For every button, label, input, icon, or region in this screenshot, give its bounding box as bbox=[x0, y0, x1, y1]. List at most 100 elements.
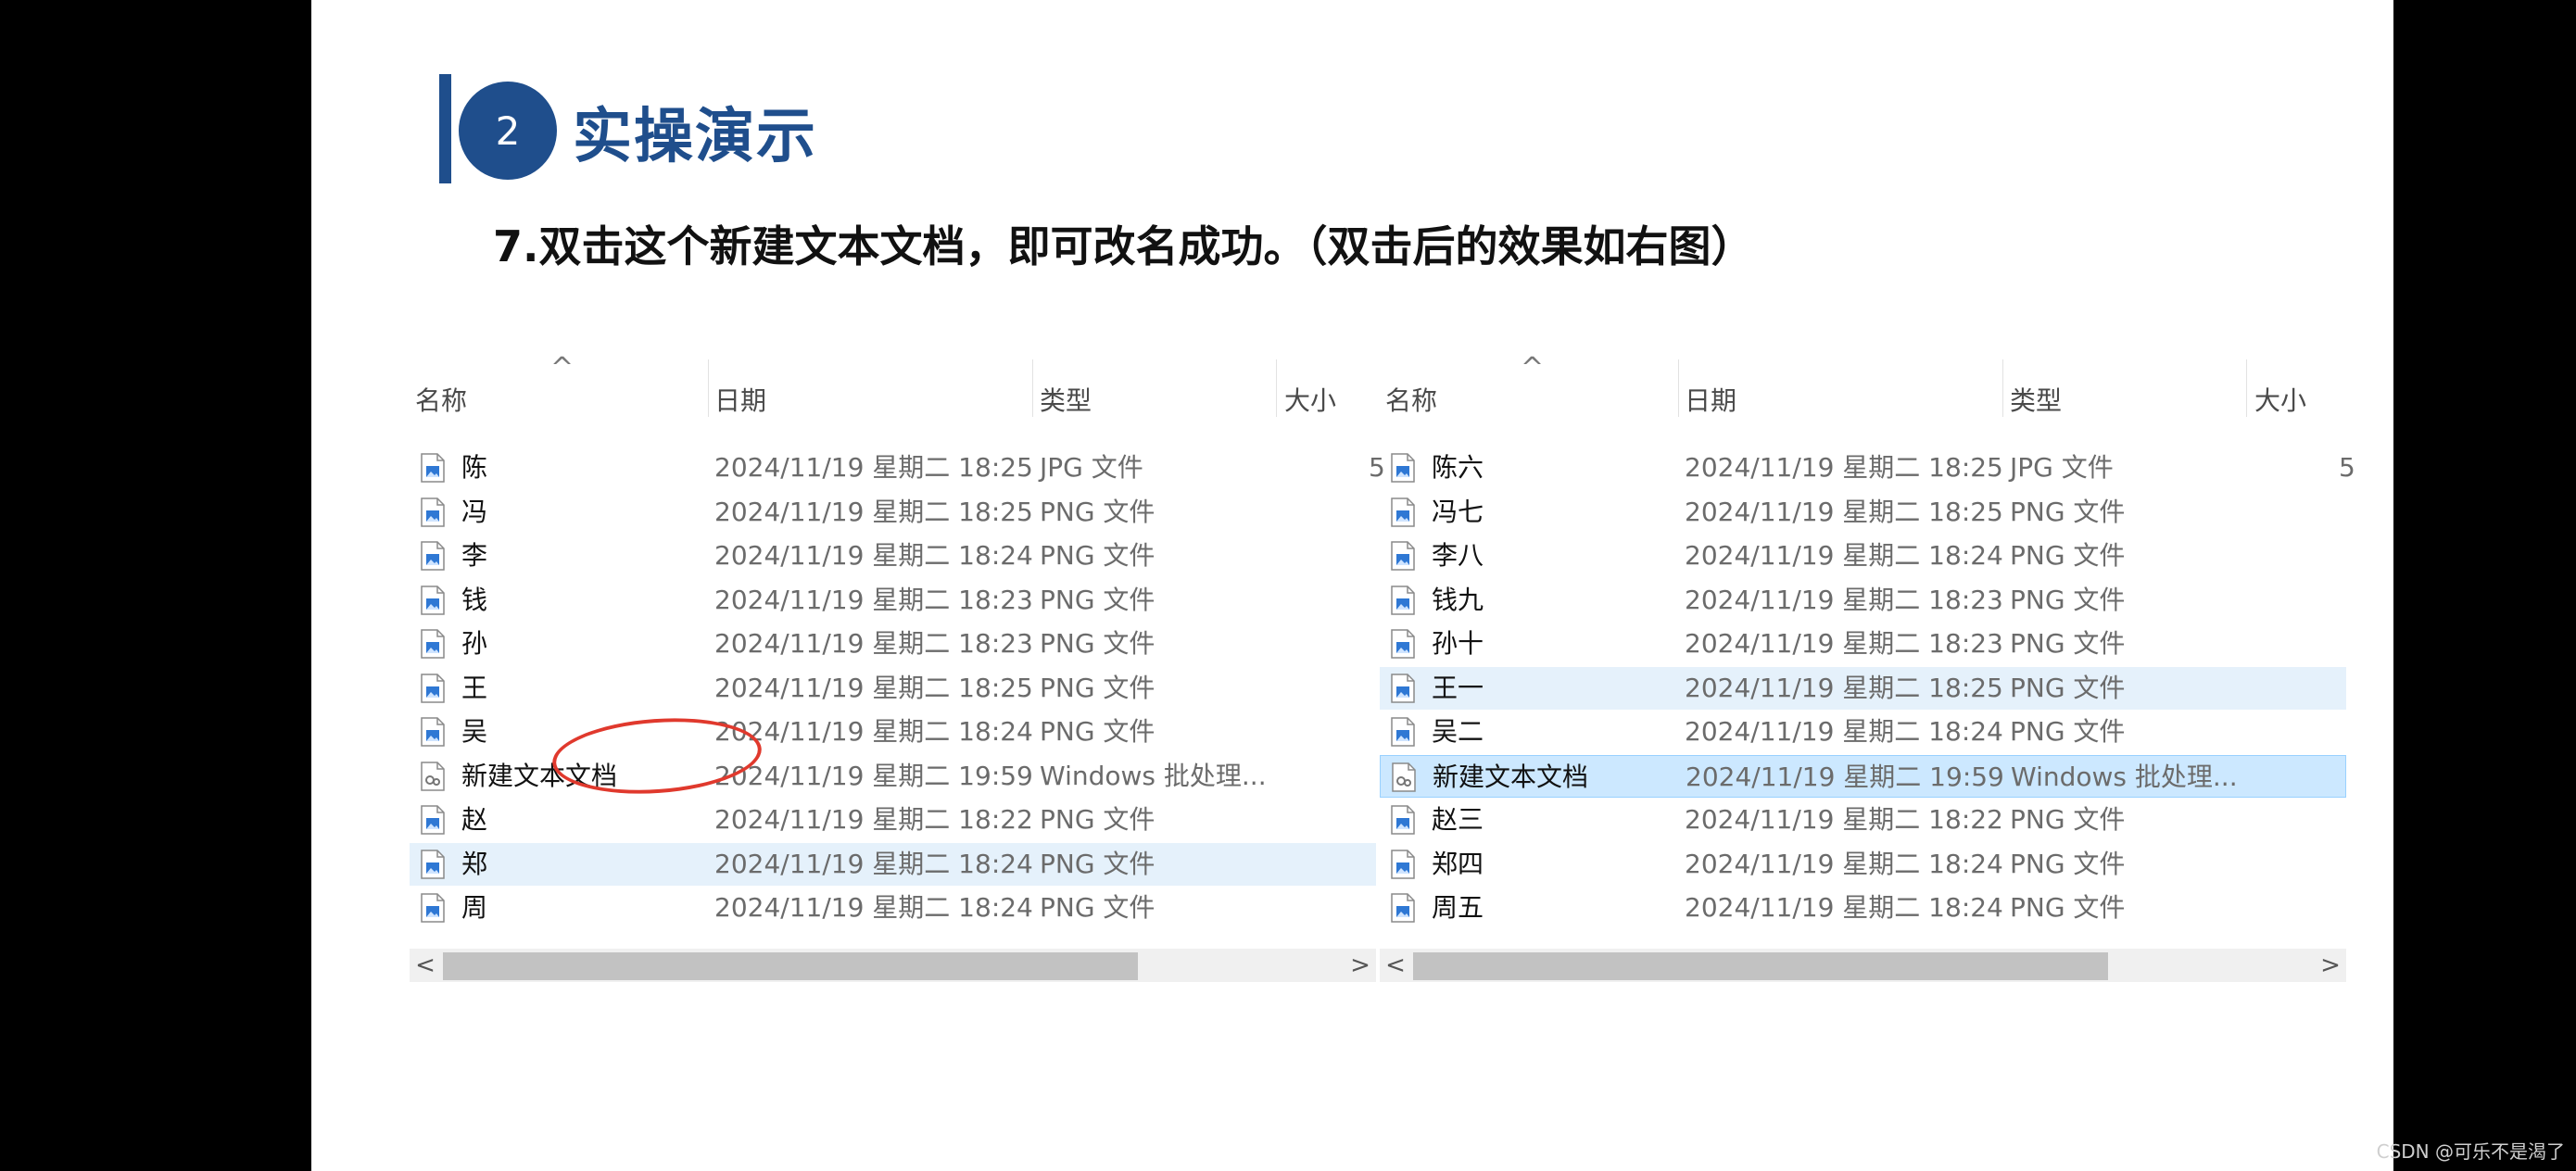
file-name: 李八 bbox=[1432, 540, 1484, 571]
scroll-right-icon[interactable]: > bbox=[1345, 949, 1376, 982]
file-type: PNG 文件 bbox=[2010, 628, 2126, 659]
image-file-icon bbox=[1391, 453, 1415, 483]
file-row[interactable]: 赵三 2024/11/19 星期二 18:22 PNG 文件 bbox=[1380, 799, 2346, 841]
image-file-icon bbox=[1391, 585, 1415, 615]
image-file-icon bbox=[1391, 717, 1415, 747]
file-row[interactable]: 孙十 2024/11/19 星期二 18:23 PNG 文件 bbox=[1380, 623, 2346, 665]
file-row[interactable]: 吴 2024/11/19 星期二 18:24 PNG 文件 bbox=[410, 711, 1376, 753]
column-divider[interactable] bbox=[1276, 359, 1277, 417]
file-row[interactable]: 郑 2024/11/19 星期二 18:24 PNG 文件 bbox=[410, 842, 1376, 886]
column-divider[interactable] bbox=[708, 359, 709, 417]
file-name: 周五 bbox=[1432, 892, 1484, 923]
image-file-icon bbox=[1391, 893, 1415, 923]
image-file-icon bbox=[421, 717, 445, 747]
file-name: 陈六 bbox=[1432, 452, 1484, 483]
file-type: PNG 文件 bbox=[1040, 496, 1155, 527]
column-divider[interactable] bbox=[2246, 359, 2247, 417]
column-divider[interactable] bbox=[1032, 359, 1033, 417]
column-header-date[interactable]: 日期 bbox=[714, 378, 766, 424]
file-row[interactable]: 吴二 2024/11/19 星期二 18:24 PNG 文件 bbox=[1380, 711, 2346, 753]
slide-title: 实操演示 bbox=[573, 103, 817, 171]
file-row[interactable]: 新建文本文档 2024/11/19 星期二 19:59 Windows 批处理... bbox=[1380, 754, 2346, 798]
file-date: 2024/11/19 星期二 18:23 bbox=[1685, 628, 2003, 659]
file-row[interactable]: 李 2024/11/19 星期二 18:24 PNG 文件 bbox=[410, 535, 1376, 577]
file-size: 5 bbox=[2339, 452, 2355, 483]
file-date: 2024/11/19 星期二 18:24 bbox=[1685, 848, 2003, 879]
file-date: 2024/11/19 星期二 18:24 bbox=[1685, 716, 2003, 747]
file-row[interactable]: 李八 2024/11/19 星期二 18:24 PNG 文件 bbox=[1380, 535, 2346, 577]
image-file-icon bbox=[1391, 497, 1415, 527]
file-type: PNG 文件 bbox=[2010, 584, 2126, 615]
file-date: 2024/11/19 星期二 18:24 bbox=[714, 716, 1033, 747]
column-header-type[interactable]: 类型 bbox=[2010, 378, 2062, 424]
column-header-name[interactable]: 名称 bbox=[415, 378, 467, 424]
file-name: 王 bbox=[461, 672, 488, 703]
file-row[interactable]: 冯七 2024/11/19 星期二 18:25 PNG 文件 bbox=[1380, 491, 2346, 534]
scroll-right-icon[interactable]: > bbox=[2315, 949, 2346, 982]
file-list-right: ^ 名称 日期 类型 大小 陈六 2024/11/19 星期二 18:25 JPG … bbox=[1380, 352, 2355, 982]
image-file-icon bbox=[421, 673, 445, 703]
file-type: PNG 文件 bbox=[1040, 804, 1155, 835]
file-date: 2024/11/19 星期二 18:25 bbox=[714, 672, 1033, 703]
file-date: 2024/11/19 星期二 19:59 bbox=[714, 760, 1033, 791]
batch-file-icon bbox=[421, 761, 445, 791]
file-name: 钱 bbox=[461, 584, 488, 615]
file-name: 冯 bbox=[461, 496, 488, 527]
file-type: PNG 文件 bbox=[2010, 804, 2126, 835]
file-row[interactable]: 陈六 2024/11/19 星期二 18:25 JPG 文件 5 bbox=[1380, 447, 2355, 489]
file-type: PNG 文件 bbox=[2010, 716, 2126, 747]
file-row[interactable]: 王一 2024/11/19 星期二 18:25 PNG 文件 bbox=[1380, 666, 2346, 710]
file-name: 周 bbox=[461, 892, 488, 923]
file-row[interactable]: 郑四 2024/11/19 星期二 18:24 PNG 文件 bbox=[1380, 843, 2346, 886]
file-type: Windows 批处理... bbox=[1040, 760, 1267, 791]
file-name: 孙十 bbox=[1432, 628, 1484, 659]
file-row[interactable]: 周五 2024/11/19 星期二 18:24 PNG 文件 bbox=[1380, 887, 2346, 929]
scroll-thumb[interactable] bbox=[443, 952, 1138, 980]
image-file-icon bbox=[1391, 629, 1415, 659]
column-header-type[interactable]: 类型 bbox=[1040, 378, 1092, 424]
image-file-icon bbox=[421, 893, 445, 923]
file-date: 2024/11/19 星期二 18:23 bbox=[1685, 584, 2003, 615]
column-header-date[interactable]: 日期 bbox=[1685, 378, 1736, 424]
file-list-left: ^ 名称 日期 类型 大小 陈 2024/11/19 星期二 18:25 JPG 文… bbox=[410, 352, 1385, 982]
instruction-text: 7.双击这个新建文本文档，即可改名成功。（双击后的效果如右图） bbox=[493, 221, 1754, 271]
file-name: 吴 bbox=[461, 716, 488, 747]
file-row[interactable]: 王 2024/11/19 星期二 18:25 PNG 文件 bbox=[410, 667, 1376, 710]
horizontal-scrollbar[interactable]: < > bbox=[410, 949, 1376, 982]
file-date: 2024/11/19 星期二 18:24 bbox=[714, 540, 1033, 571]
scroll-thumb[interactable] bbox=[1413, 952, 2108, 980]
horizontal-scrollbar[interactable]: < > bbox=[1380, 949, 2346, 982]
file-row[interactable]: 赵 2024/11/19 星期二 18:22 PNG 文件 bbox=[410, 799, 1376, 841]
file-row[interactable]: 周 2024/11/19 星期二 18:24 PNG 文件 bbox=[410, 887, 1376, 929]
file-type: PNG 文件 bbox=[2010, 672, 2126, 703]
file-name: 新建文本文档 bbox=[1433, 761, 1589, 792]
column-header-name[interactable]: 名称 bbox=[1385, 378, 1437, 424]
file-date: 2024/11/19 星期二 18:25 bbox=[1685, 672, 2003, 703]
file-row[interactable]: 孙 2024/11/19 星期二 18:23 PNG 文件 bbox=[410, 623, 1376, 665]
file-name: 吴二 bbox=[1432, 716, 1484, 747]
column-header-size[interactable]: 大小 bbox=[2254, 378, 2306, 424]
image-file-icon bbox=[1391, 673, 1415, 703]
file-type: PNG 文件 bbox=[1040, 716, 1155, 747]
column-divider[interactable] bbox=[2002, 359, 2003, 417]
image-file-icon bbox=[421, 849, 445, 879]
file-date: 2024/11/19 星期二 18:22 bbox=[714, 804, 1033, 835]
file-row[interactable]: 钱九 2024/11/19 星期二 18:23 PNG 文件 bbox=[1380, 579, 2346, 622]
batch-file-icon bbox=[1392, 762, 1416, 792]
file-name: 李 bbox=[461, 540, 488, 571]
file-row[interactable]: 陈 2024/11/19 星期二 18:25 JPG 文件 5 bbox=[410, 447, 1385, 489]
image-file-icon bbox=[1391, 541, 1415, 571]
sort-ascending-icon: ^ bbox=[1521, 352, 1545, 384]
file-type: PNG 文件 bbox=[1040, 628, 1155, 659]
file-type: PNG 文件 bbox=[1040, 540, 1155, 571]
file-row[interactable]: 钱 2024/11/19 星期二 18:23 PNG 文件 bbox=[410, 579, 1376, 622]
image-file-icon bbox=[421, 497, 445, 527]
file-name: 孙 bbox=[461, 628, 488, 659]
file-type: PNG 文件 bbox=[2010, 848, 2126, 879]
column-divider[interactable] bbox=[1678, 359, 1679, 417]
scroll-left-icon[interactable]: < bbox=[1380, 949, 1411, 982]
column-header-size[interactable]: 大小 bbox=[1284, 378, 1336, 424]
scroll-left-icon[interactable]: < bbox=[410, 949, 441, 982]
file-row[interactable]: 冯 2024/11/19 星期二 18:25 PNG 文件 bbox=[410, 491, 1376, 534]
watermark: CSDN @可乐不是渴了 bbox=[2376, 1140, 2565, 1163]
